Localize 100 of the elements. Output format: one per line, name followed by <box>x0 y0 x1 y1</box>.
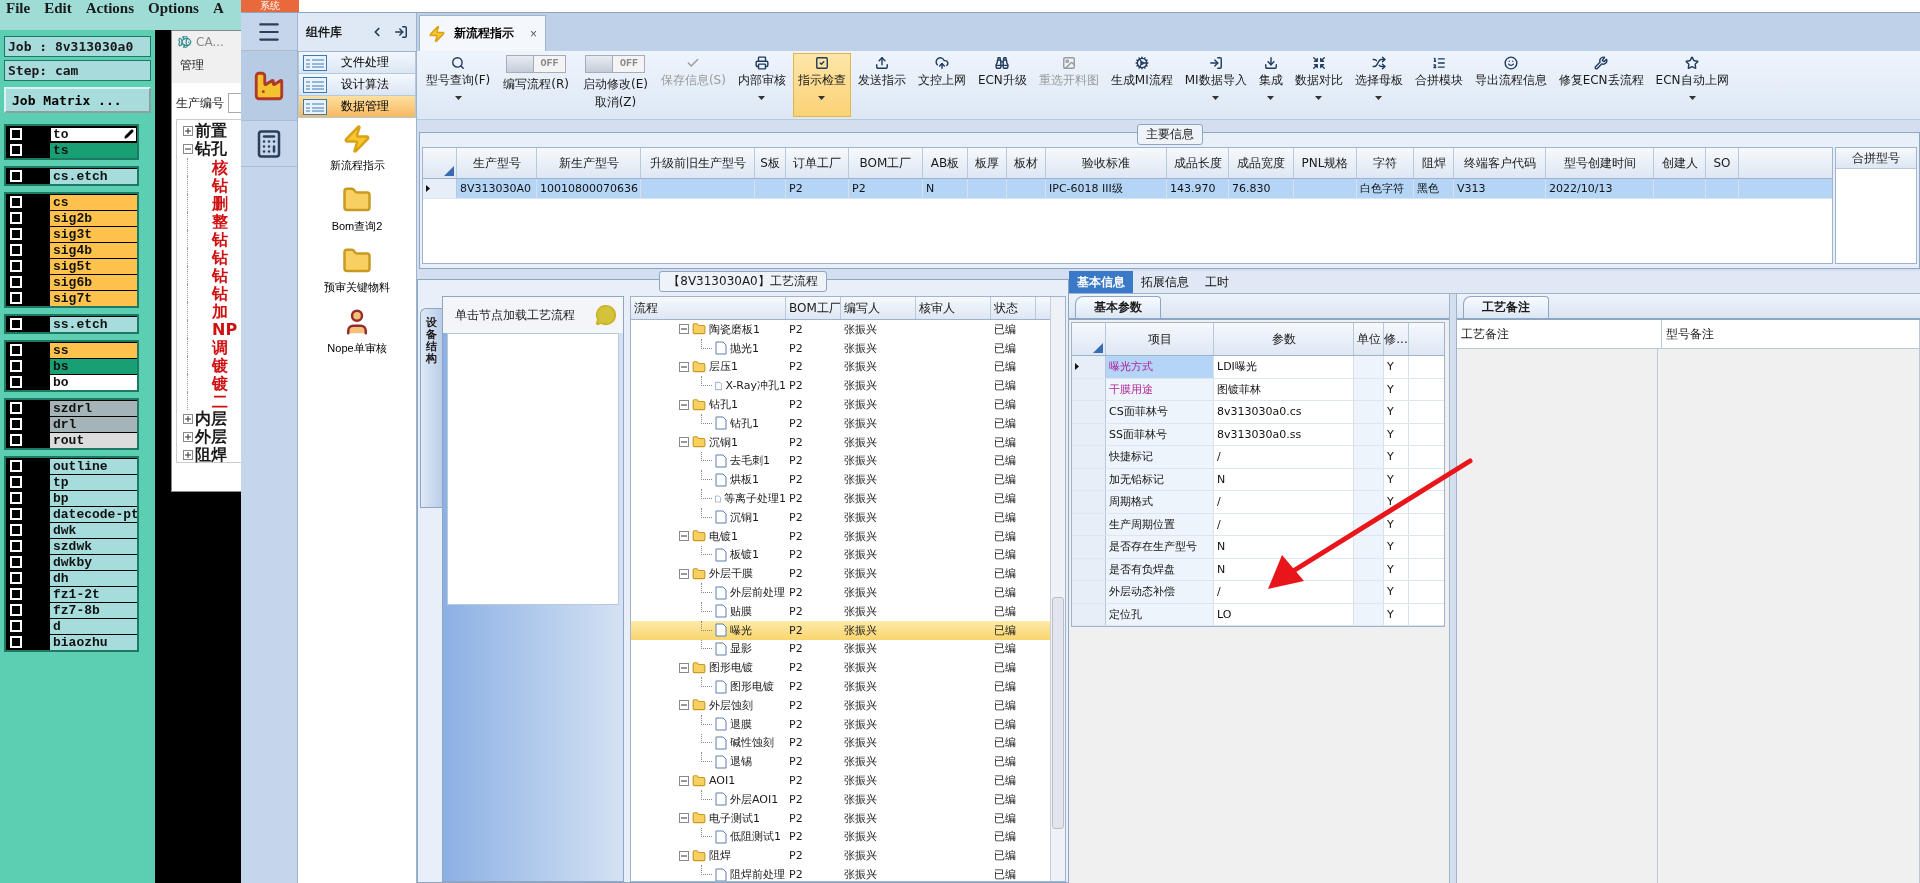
menu-item[interactable]: 管理 <box>172 53 241 83</box>
checkbox[interactable] <box>10 460 22 472</box>
expand-icon[interactable] <box>183 414 193 424</box>
tree-row[interactable]: 电子测试1 P2 张振兴 已编 <box>631 808 1050 828</box>
checkbox[interactable] <box>10 376 22 388</box>
column-header[interactable]: 流程 <box>631 297 786 319</box>
column-header[interactable]: 状态 <box>991 297 1036 319</box>
layer-name[interactable]: sig2b <box>50 210 137 226</box>
layer-name[interactable]: cs <box>50 194 137 210</box>
tree-row[interactable]: 贴膜 P2 张振兴 已编 <box>631 601 1050 621</box>
tree-row[interactable]: 碱性蚀刻 P2 张振兴 已编 <box>631 733 1050 753</box>
expand-icon[interactable] <box>183 432 193 442</box>
checkbox[interactable] <box>10 128 22 140</box>
column-header[interactable]: 新生产型号 <box>537 148 641 178</box>
column-header[interactable]: 成品长度 <box>1167 148 1229 178</box>
checkbox[interactable] <box>10 476 22 488</box>
checkbox[interactable] <box>10 524 22 536</box>
toolbar-button[interactable]: 内部审核 <box>732 53 791 117</box>
tree-row[interactable]: 沉铜1 P2 张振兴 已编 <box>631 507 1050 527</box>
collapse-icon[interactable] <box>679 362 689 372</box>
toolbar-button[interactable]: 选择母板 <box>1349 53 1408 117</box>
expand-icon[interactable] <box>183 450 193 460</box>
checkbox[interactable] <box>10 540 22 552</box>
column-header[interactable]: 单位 <box>1354 323 1384 355</box>
table-row[interactable]: 8V313030A0 10010800070636 P2 P2 N IPC-6018 III级 143.970 76.830 白色字符 黑色 V313 2022/10/13 <box>423 179 1832 199</box>
table-row[interactable]: 定位孔 LO Y <box>1072 603 1444 626</box>
toolbar-button[interactable]: 型号查询(F) <box>421 53 496 117</box>
checkbox[interactable] <box>10 360 22 372</box>
component-item[interactable]: Nope单审核 <box>298 301 416 362</box>
checkbox[interactable] <box>10 604 22 616</box>
tab[interactable]: 基本参数 <box>1075 296 1161 318</box>
table-row[interactable]: 曝光方式 LDI曝光 Y <box>1072 356 1444 379</box>
collapse-icon[interactable] <box>679 324 689 335</box>
scrollbar[interactable] <box>1050 297 1065 881</box>
column-header[interactable]: BOM工厂 <box>849 148 923 178</box>
checkbox[interactable] <box>10 588 22 600</box>
checkbox[interactable] <box>10 556 22 568</box>
checkbox[interactable] <box>10 418 22 430</box>
tree-row[interactable]: 阻焊前处理 P2 张振兴 已编 <box>631 865 1050 881</box>
collapse-icon[interactable] <box>679 850 689 861</box>
column-header[interactable]: 工艺备注 <box>1457 320 1662 348</box>
tree-row[interactable]: 退锡 P2 张振兴 已编 <box>631 752 1050 772</box>
toolbar-button[interactable]: MI数据导入 <box>1179 53 1252 117</box>
layer-name[interactable]: bs <box>50 358 137 374</box>
collapse-icon[interactable] <box>679 568 689 579</box>
collapse-icon[interactable] <box>679 775 689 786</box>
job-matrix-button[interactable]: Job Matrix ... <box>4 87 151 113</box>
tree-row[interactable]: 外层前处理 P2 张振兴 已编 <box>631 583 1050 602</box>
column-header[interactable]: BOM工厂 <box>786 297 841 319</box>
column-header[interactable]: 阻焊 <box>1414 148 1454 178</box>
tree-row[interactable]: 沉铜1 P2 张振兴 已编 <box>631 432 1050 452</box>
toolbar-button[interactable]: 合拼模块 <box>1409 53 1468 117</box>
tree-row[interactable]: 板镀1 P2 张振兴 已编 <box>631 545 1050 565</box>
toolbar-button[interactable]: ECN升级 <box>972 53 1032 117</box>
layer-name[interactable]: sig5t <box>50 258 137 274</box>
collapse-icon[interactable] <box>679 700 689 711</box>
checkbox[interactable] <box>10 434 22 446</box>
column-header[interactable]: 合拼型号 <box>1836 148 1916 169</box>
menu-item[interactable]: File <box>6 0 31 17</box>
table-row[interactable]: SS面菲林号 8v313030a0.ss Y <box>1072 423 1444 446</box>
tree-row[interactable]: 低阻测试1 P2 张振兴 已编 <box>631 827 1050 847</box>
layer-name[interactable]: bp <box>50 490 137 506</box>
tab[interactable]: 工时 <box>1197 271 1237 293</box>
layer-name[interactable]: ss <box>50 342 137 358</box>
checkbox[interactable] <box>10 572 22 584</box>
toolbar-button[interactable]: 文控上网 <box>912 53 971 117</box>
tree-row[interactable]: 电镀1 P2 张振兴 已编 <box>631 526 1050 546</box>
tree-row[interactable]: 钻孔1 P2 张振兴 已编 <box>631 395 1050 414</box>
layer-name[interactable]: fz1-2t <box>50 586 137 602</box>
tree-row[interactable]: 阻焊 P2 张振兴 已编 <box>631 846 1050 866</box>
layer-name[interactable]: bo <box>50 374 137 390</box>
table-row[interactable]: CS面菲林号 8v313030a0.cs Y <box>1072 401 1444 424</box>
section-button[interactable]: 文件处理 <box>298 52 416 74</box>
layer-name[interactable]: fz7-8b <box>50 602 137 618</box>
document-tab[interactable]: 新流程指示 × <box>419 15 546 51</box>
tree-row[interactable]: 图形电镀 P2 张振兴 已编 <box>631 677 1050 696</box>
toolbar-button[interactable]: 导出流程信息 <box>1469 53 1552 117</box>
toolbar-button[interactable]: 指示检查 <box>792 53 851 117</box>
layer-name[interactable]: ts <box>50 142 137 158</box>
table-row[interactable]: 快捷标记 / Y <box>1072 446 1444 469</box>
menu-item[interactable]: Edit <box>44 0 72 17</box>
checkbox[interactable] <box>10 402 22 414</box>
column-header[interactable]: SO <box>1706 148 1739 178</box>
column-header[interactable]: 生产型号 <box>457 148 537 178</box>
section-button[interactable]: 设计算法 <box>298 74 416 96</box>
collapse-icon[interactable] <box>679 662 689 673</box>
layer-name[interactable]: szdrl <box>50 400 137 416</box>
layer-name[interactable]: dh <box>50 570 137 586</box>
factory-logo-button[interactable] <box>241 51 297 121</box>
tree-row[interactable]: 外层AOI1 P2 张振兴 已编 <box>631 789 1050 809</box>
tree-row[interactable]: 图形电镀 P2 张振兴 已编 <box>631 658 1050 678</box>
layer-name[interactable]: cs.etch <box>50 168 137 184</box>
tab[interactable]: 基本信息 <box>1069 271 1133 293</box>
column-header[interactable]: 验收标准 <box>1046 148 1167 178</box>
column-header[interactable]: 板厚 <box>968 148 1007 178</box>
column-header[interactable]: 修... <box>1384 323 1409 355</box>
layer-name[interactable]: sig6b <box>50 274 137 290</box>
column-header[interactable]: 订单工厂 <box>786 148 849 178</box>
column-header[interactable]: PNL规格 <box>1294 148 1357 178</box>
layer-name[interactable]: biaozhu <box>50 634 137 650</box>
